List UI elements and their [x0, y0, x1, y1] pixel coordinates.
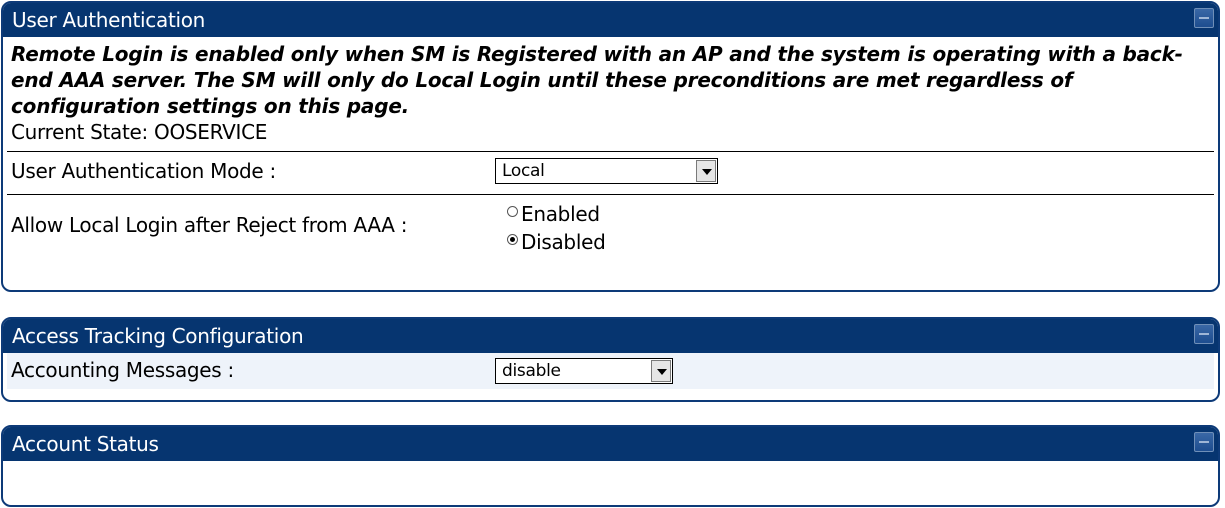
radio-button-icon[interactable] [507, 234, 518, 245]
panel-title: Access Tracking Configuration [12, 324, 304, 348]
chevron-down-icon[interactable] [696, 160, 716, 182]
select-value: Local [502, 161, 545, 181]
allow-local-login-row: Allow Local Login after Reject from AAA … [7, 194, 1214, 265]
collapse-icon[interactable] [1194, 432, 1214, 452]
user-authentication-panel: User Authentication Remote Login is enab… [1, 1, 1220, 292]
accounting-messages-row: Accounting Messages : disable [7, 353, 1214, 389]
collapse-icon[interactable] [1194, 324, 1214, 344]
panel-header: Access Tracking Configuration [3, 319, 1218, 353]
chevron-down-icon[interactable] [651, 360, 671, 382]
radio-enabled-label: Enabled [521, 202, 600, 226]
account-status-panel: Account Status [1, 425, 1220, 507]
radio-disabled[interactable]: Disabled [507, 229, 606, 255]
user-auth-mode-label: User Authentication Mode : [11, 159, 276, 183]
radio-enabled[interactable]: Enabled [507, 201, 600, 227]
current-state: Current State: OOSERVICE [11, 120, 268, 144]
select-value: disable [502, 361, 561, 381]
accounting-messages-select[interactable]: disable [495, 358, 673, 384]
radio-disabled-label: Disabled [521, 230, 606, 254]
accounting-messages-label: Accounting Messages : [11, 358, 234, 382]
collapse-icon[interactable] [1194, 8, 1214, 28]
panel-header: Account Status [3, 427, 1218, 461]
panel-title: Account Status [12, 432, 159, 456]
panel-title: User Authentication [12, 8, 206, 32]
radio-button-icon[interactable] [507, 206, 518, 217]
user-auth-mode-select[interactable]: Local [495, 158, 718, 184]
access-tracking-panel: Access Tracking Configuration Accounting… [1, 317, 1220, 402]
panel-header: User Authentication [3, 3, 1218, 37]
user-auth-mode-row: User Authentication Mode : Local [7, 151, 1214, 194]
allow-local-login-label: Allow Local Login after Reject from AAA … [11, 213, 408, 237]
notice-text: Remote Login is enabled only when SM is … [11, 42, 1183, 118]
